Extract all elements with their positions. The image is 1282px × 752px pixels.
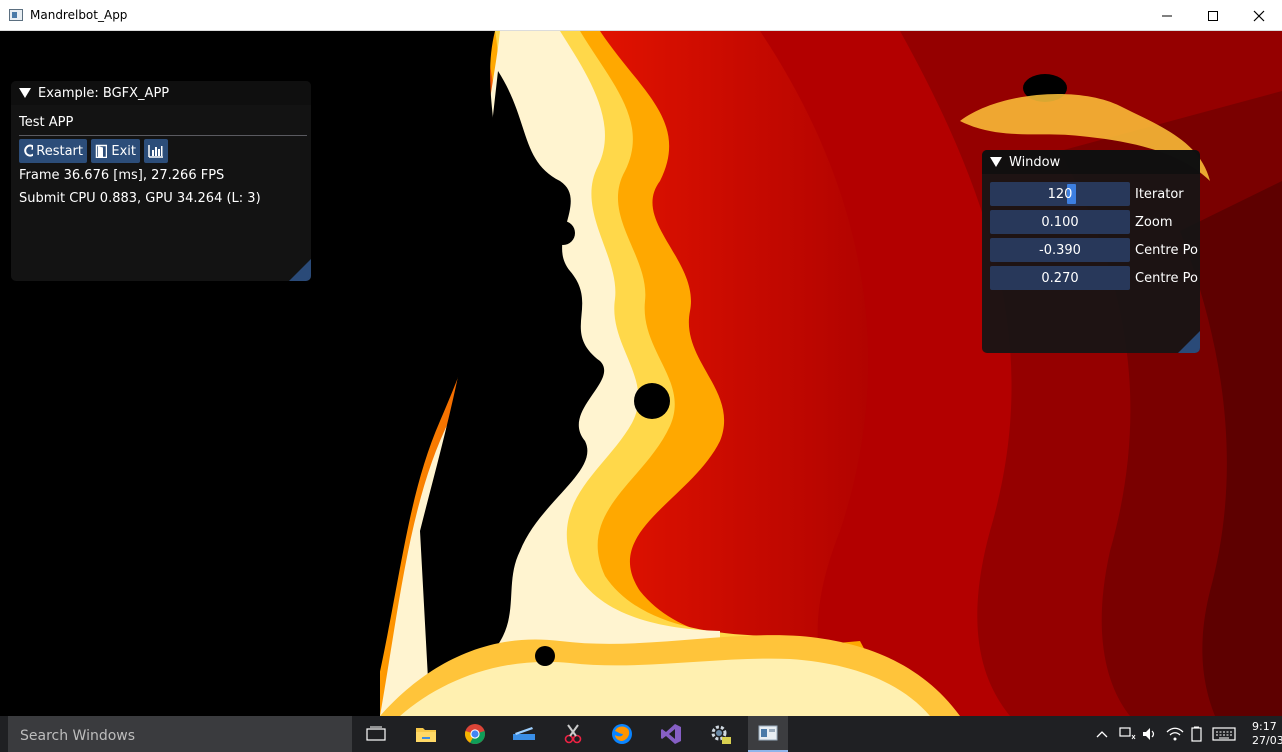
stats-button[interactable] [144, 139, 168, 163]
exit-label: Exit [111, 143, 136, 159]
zoom-field[interactable]: 0.100 [990, 210, 1130, 234]
tray-network-status[interactable] [1116, 716, 1138, 752]
app-icon [9, 9, 23, 21]
example-panel-header[interactable]: Example: BGFX_APP [11, 81, 311, 105]
zoom-label: Zoom [1135, 215, 1173, 230]
folder-icon [416, 728, 436, 742]
centre-x-value: -0.390 [1039, 242, 1081, 258]
visual-studio-icon [661, 724, 681, 744]
clock[interactable]: 9:17 27/03 [1252, 720, 1282, 748]
scissors-icon [564, 724, 582, 744]
settings-app-button[interactable] [700, 716, 740, 752]
gear-icon [711, 725, 731, 744]
centre-x-field[interactable]: -0.390 [990, 238, 1130, 262]
title-bar: Mandrelbot_App [0, 0, 1282, 31]
volume-button[interactable] [1140, 716, 1160, 752]
mandelbrot-app-button[interactable] [748, 716, 788, 752]
restart-label: Restart [36, 143, 83, 159]
example-panel-title: Example: BGFX_APP [38, 85, 170, 101]
close-icon [1253, 10, 1265, 21]
paint-button[interactable] [553, 716, 593, 752]
submit-stats: Submit CPU 0.883, GPU 34.264 (L: 3) [19, 191, 261, 206]
centre-y-value: 0.270 [1041, 270, 1079, 286]
centre-y-field[interactable]: 0.270 [990, 266, 1130, 290]
battery-icon [1191, 726, 1202, 742]
snipping-tool-button[interactable] [504, 716, 544, 752]
wifi-icon [1166, 727, 1184, 741]
door-exit-icon [95, 144, 108, 158]
resize-grip[interactable] [289, 259, 311, 281]
speaker-icon [1143, 728, 1155, 740]
maximize-button[interactable] [1190, 0, 1236, 31]
restart-icon [24, 144, 34, 157]
search-box[interactable]: Search Windows [8, 716, 352, 752]
minimize-icon [1162, 15, 1172, 16]
centre-x-label: Centre Po [1135, 243, 1198, 258]
iterator-slider[interactable]: 120 [990, 182, 1130, 206]
keyboard-icon [1212, 727, 1236, 741]
example-subtitle: Test APP [19, 115, 74, 130]
zoom-value: 0.100 [1041, 214, 1079, 230]
wifi-button[interactable] [1164, 716, 1186, 752]
firefox-button[interactable] [602, 716, 642, 752]
params-panel-title: Window [1009, 154, 1061, 170]
task-view-button[interactable] [356, 716, 396, 752]
search-placeholder: Search Windows [20, 728, 136, 744]
file-explorer-button[interactable] [406, 716, 446, 752]
taskbar: Search Windows 9:17 27/03 [0, 716, 1282, 752]
resize-grip[interactable] [1178, 331, 1200, 353]
params-panel-header[interactable]: Window [982, 150, 1200, 174]
tray-chevron-button[interactable] [1094, 716, 1110, 752]
iterator-value: 120 [1047, 186, 1073, 202]
maximize-icon [1208, 10, 1218, 21]
chrome-button[interactable] [455, 716, 495, 752]
separator [19, 135, 307, 136]
collapse-triangle-icon[interactable] [19, 88, 31, 98]
clock-date: 27/03 [1252, 734, 1282, 747]
visual-studio-button[interactable] [651, 716, 691, 752]
app-window-icon [758, 725, 778, 741]
scanner-icon [513, 727, 535, 740]
collapse-triangle-icon[interactable] [990, 157, 1002, 167]
centre-y-label: Centre Po [1135, 271, 1198, 286]
battery-status[interactable] [1188, 716, 1206, 752]
minimize-button[interactable] [1144, 0, 1190, 31]
params-panel[interactable]: Window 120 Iterator 0.100 Zoom -0.390 Ce… [982, 150, 1200, 353]
close-button[interactable] [1236, 0, 1282, 31]
keyboard-button[interactable] [1210, 716, 1238, 752]
bar-chart-icon [148, 145, 163, 158]
frame-stats: Frame 36.676 [ms], 27.266 FPS [19, 168, 225, 183]
example-panel[interactable]: Example: BGFX_APP Test APP Restart Exit … [11, 81, 311, 281]
chevron-up-icon [1096, 731, 1108, 738]
network-icon [1119, 727, 1136, 740]
clock-time: 9:17 [1252, 720, 1277, 733]
exit-button[interactable]: Exit [91, 139, 140, 163]
task-view-icon [366, 726, 386, 741]
window-title: Mandrelbot_App [30, 8, 128, 22]
chrome-icon [465, 724, 485, 745]
iterator-label: Iterator [1135, 187, 1184, 202]
restart-button[interactable]: Restart [19, 139, 87, 163]
firefox-icon [612, 724, 632, 744]
